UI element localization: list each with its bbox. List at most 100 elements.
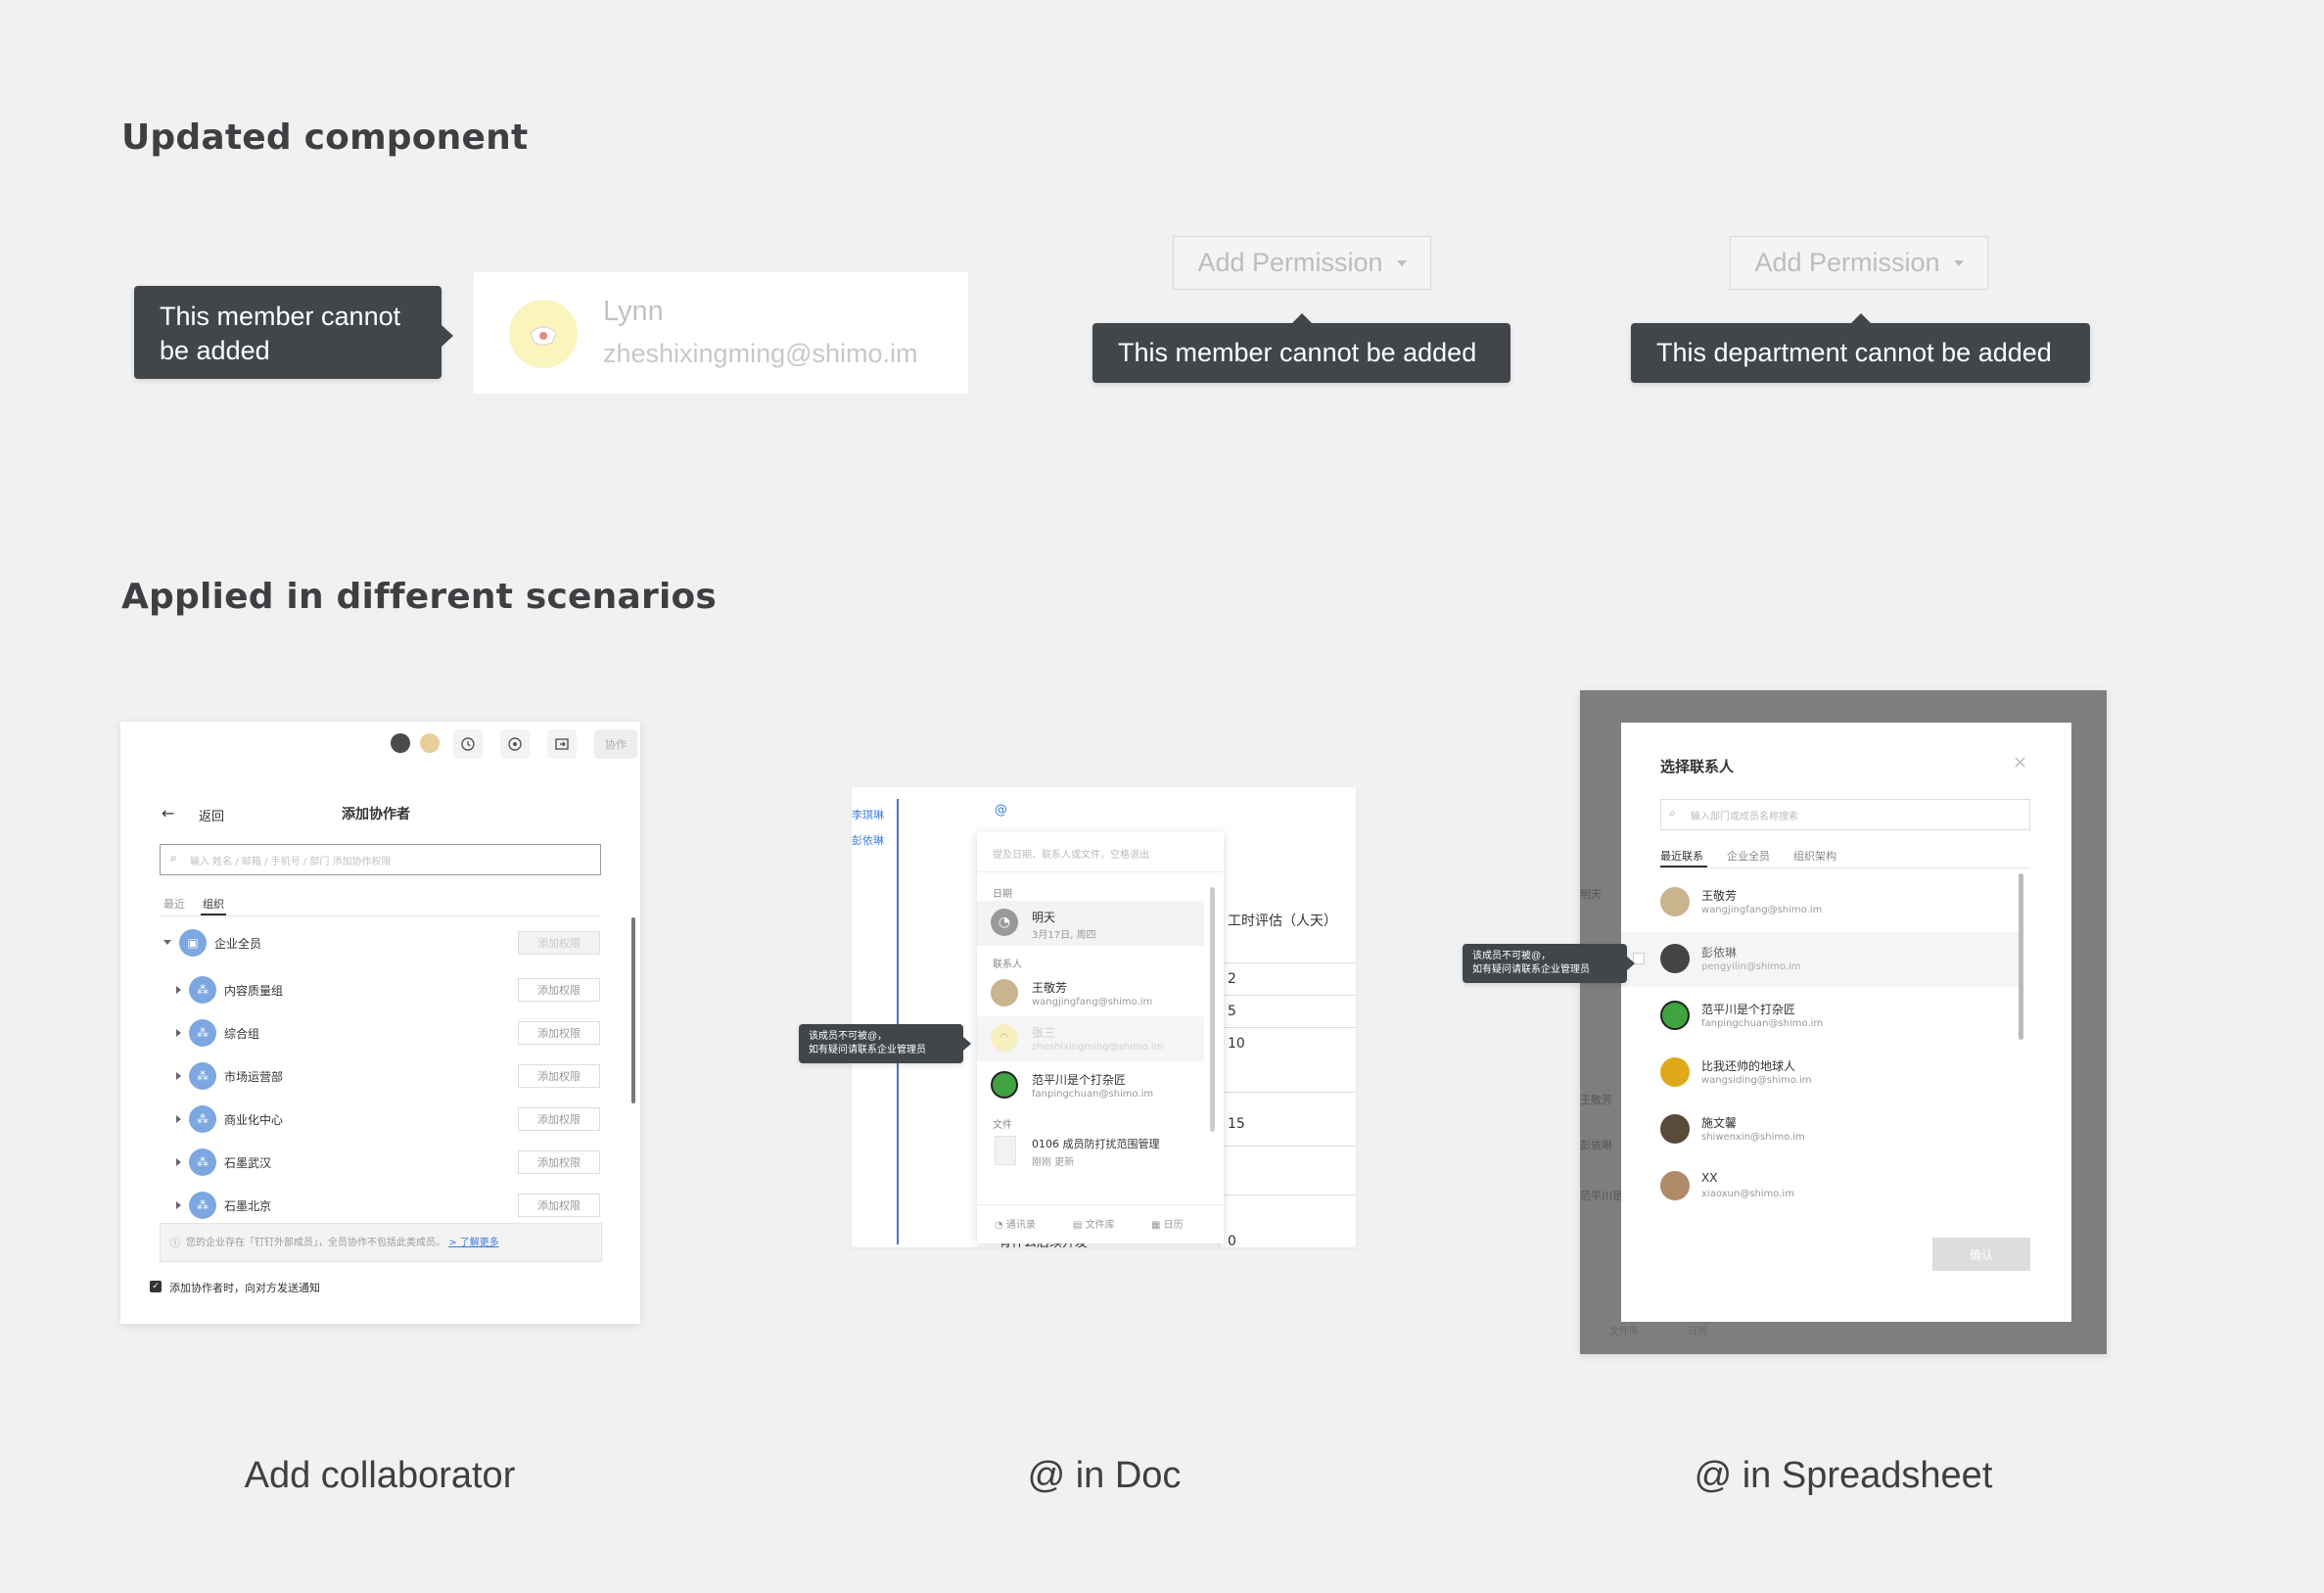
add-permission-button-disabled-2[interactable]: Add Permission <box>1730 236 1988 290</box>
notify-checkbox[interactable]: ✓ <box>150 1281 162 1292</box>
add-permission-button-disabled[interactable]: Add Permission <box>1173 236 1431 290</box>
divider <box>977 871 1224 872</box>
contact-name: 张三 <box>1032 1026 1056 1040</box>
dept-row[interactable]: ⁂ 石墨武汉 添加权限 <box>120 1145 640 1184</box>
date-item[interactable]: ◔ 明天 3月17日, 周四 <box>977 901 1204 946</box>
member-email: zheshixingming@shimo.im <box>603 339 918 368</box>
back-link[interactable]: 返回 <box>199 806 224 824</box>
table-cell: 2 <box>1228 971 1236 987</box>
contact-item[interactable]: 范平川是个打杂匠 fanpingchuan@shimo.im <box>977 1063 1204 1108</box>
confirm-button-disabled[interactable]: 确认 <box>1932 1238 2030 1271</box>
avatar <box>1660 1114 1690 1144</box>
scrollbar[interactable] <box>2019 873 2023 1040</box>
scrollbar[interactable] <box>631 917 635 1103</box>
add-permission-button[interactable]: 添加权限 <box>518 1064 600 1088</box>
dept-row[interactable]: ⁂ 综合组 添加权限 <box>120 1015 640 1054</box>
side-name: 彭依琳 <box>852 834 884 847</box>
contact-item[interactable]: XX xiaoxun@shimo.im <box>1621 1159 2022 1214</box>
tab-org[interactable]: 组织架构 <box>1793 848 1836 864</box>
contact-item-disabled[interactable]: 彭依琳 pengyilin@shimo.im <box>1621 932 2022 987</box>
contact-email: fanpingchuan@shimo.im <box>1701 1018 1824 1029</box>
dept-row[interactable]: ⁂ 石墨北京 添加权限 <box>120 1188 640 1227</box>
contact-email: xiaoxun@shimo.im <box>1701 1189 1794 1199</box>
back-arrow-icon[interactable]: ← <box>162 804 174 822</box>
contact-item[interactable]: 王敬芳 wangjingfang@shimo.im <box>977 971 1204 1016</box>
org-icon: ⁂ <box>189 976 216 1004</box>
tooltip-cannot-mention: 该成员不可被@， 如有疑问请联系企业管理员 <box>1463 944 1635 983</box>
dept-name: 商业化中心 <box>224 1113 284 1127</box>
at-char: @ <box>995 803 1007 818</box>
history-icon[interactable] <box>453 729 483 759</box>
notify-label: 添加协作者时，向对方发送通知 <box>169 1282 320 1294</box>
expand-icon[interactable] <box>176 1201 181 1209</box>
notice-box: ⓘ 您的企业存在「钉钉外部成员」，全员协作不包括此类成员。 > 了解更多 <box>160 1223 602 1262</box>
contact-name: 王敬芳 <box>1032 981 1068 995</box>
panel-title: 添加协作者 <box>342 807 410 822</box>
expand-icon[interactable] <box>176 1072 181 1080</box>
dept-row[interactable]: ⁂ 内容质量组 添加权限 <box>120 972 640 1011</box>
add-permission-button[interactable]: 添加权限 <box>518 1107 600 1131</box>
footer-calendar[interactable]: ▦ 日历 <box>1151 1216 1184 1231</box>
avatar <box>1660 887 1690 916</box>
contact-item[interactable]: 比我还帅的地球人 wangsiding@shimo.im <box>1621 1046 2022 1101</box>
expand-icon[interactable] <box>176 986 181 994</box>
footer-contacts[interactable]: ◔ 通讯录 <box>995 1216 1036 1231</box>
divider <box>1220 1146 1356 1147</box>
contact-item[interactable]: 施文馨 shiwenxin@shimo.im <box>1621 1102 2022 1157</box>
dept-row[interactable]: ⁂ 商业化中心 添加权限 <box>120 1101 640 1141</box>
section-files: 文件 <box>993 1120 1012 1131</box>
org-icon: ⁂ <box>189 1192 216 1219</box>
dept-name: 内容质量组 <box>224 984 284 998</box>
expand-icon[interactable] <box>163 940 171 945</box>
mention-hint: 提及日期、联系人或文件，空格退出 <box>993 850 1149 861</box>
contact-item-disabled[interactable]: ◠ 张三 zheshixingming@shimo.im <box>977 1016 1204 1061</box>
table-cell: 5 <box>1228 1004 1236 1019</box>
tab-recent[interactable]: 最近 <box>163 896 185 912</box>
footer-files[interactable]: ▤ 文件库 <box>1073 1216 1115 1231</box>
contact-item[interactable]: 王敬芳 wangjingfang@shimo.im <box>1621 875 2022 930</box>
info-icon: ⓘ <box>170 1239 180 1249</box>
bg-name: 王敬芳 <box>1580 1094 1612 1106</box>
share-icon[interactable] <box>547 729 577 759</box>
collab-button[interactable]: 协作 <box>594 729 637 759</box>
clock-icon: ◔ <box>991 909 1018 936</box>
tab-org[interactable]: 组织 <box>203 896 224 912</box>
tab-recent[interactable]: 最近联系 <box>1660 848 1703 864</box>
notice-text: 您的企业存在「钉钉外部成员」，全员协作不包括此类成员。 <box>186 1238 445 1248</box>
tooltip-line-2: be added <box>160 336 270 365</box>
expand-icon[interactable] <box>176 1115 181 1123</box>
dept-row[interactable]: ⁂ 市场运营部 添加权限 <box>120 1058 640 1098</box>
avatar <box>1660 1171 1690 1200</box>
add-permission-button[interactable]: 添加权限 <box>518 1194 600 1217</box>
caret-down-icon <box>1953 259 1964 266</box>
add-permission-button[interactable]: 添加权限 <box>518 1150 600 1174</box>
target-icon[interactable] <box>500 729 530 759</box>
dept-name: 市场运营部 <box>224 1070 284 1084</box>
org-icon: ⁂ <box>189 1105 216 1133</box>
tab-all[interactable]: 企业全员 <box>1727 848 1770 864</box>
section-date: 日期 <box>993 889 1012 900</box>
contact-email: pengyilin@shimo.im <box>1701 961 1801 972</box>
tooltip-line-1: 该成员不可被@， <box>1472 951 1552 961</box>
add-permission-button[interactable]: 添加权限 <box>518 978 600 1002</box>
section-title-updated: Updated component <box>121 117 529 158</box>
close-icon[interactable]: × <box>2013 752 2027 773</box>
search-input[interactable]: ⌕ 输入部门或成员名称搜索 <box>1660 799 2030 830</box>
contact-item[interactable]: 范平川是个打杂匠 fanpingchuan@shimo.im <box>1621 989 2022 1044</box>
learn-more-link[interactable]: > 了解更多 <box>448 1238 499 1248</box>
footer-label: 日历 <box>1163 1220 1184 1231</box>
search-icon: ⌕ <box>170 851 177 865</box>
avatar <box>991 979 1018 1007</box>
search-input[interactable]: ⌕ 输入 姓名 / 邮箱 / 手机号 / 部门 添加协作权限 <box>160 844 601 875</box>
bg-footer: 日历 <box>1688 1327 1707 1337</box>
expand-icon[interactable] <box>176 1158 181 1166</box>
table-cell: 10 <box>1228 1036 1245 1052</box>
contact-name: 范平川是个打杂匠 <box>1032 1073 1127 1087</box>
expand-icon[interactable] <box>176 1029 181 1037</box>
add-permission-button[interactable]: 添加权限 <box>518 1021 600 1045</box>
scrollbar[interactable] <box>1210 887 1215 1132</box>
dept-name: 石墨北京 <box>224 1199 272 1213</box>
comment-bar <box>897 799 899 1244</box>
file-item[interactable]: 0106 成员防打扰范围管理 刚刚 更新 <box>977 1130 1204 1175</box>
add-permission-button-disabled[interactable]: 添加权限 <box>518 931 600 955</box>
